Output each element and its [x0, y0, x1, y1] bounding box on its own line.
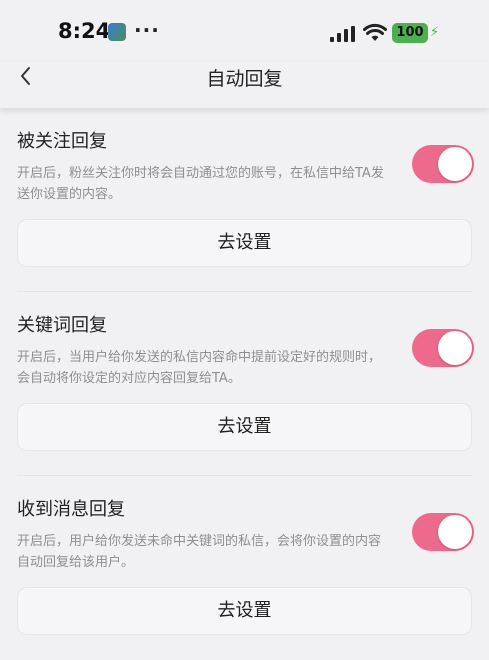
page-title: 自动回复: [206, 68, 283, 90]
section-description: 开启后，当用户给你发送的私信内容命中提前设定好的规则时，会自动将你设定的对应内容…: [17, 350, 382, 386]
toggle-knob: [438, 515, 472, 549]
status-time: 8:24: [58, 19, 111, 43]
keyword-reply-section: 关键词回复 开启后，当用户给你发送的私信内容命中提前设定好的规则时，会自动将你设…: [0, 292, 489, 476]
battery-indicator: 100: [392, 23, 428, 43]
cellular-signal-icon: [330, 26, 355, 42]
message-reply-setup-button[interactable]: 去设置: [17, 587, 472, 635]
settings-list: 被关注回复 开启后，粉丝关注你时将会自动通过您的账号，在私信中给TA发送你设置的…: [0, 108, 489, 660]
section-title: 收到消息回复: [17, 499, 125, 520]
follow-reply-section: 被关注回复 开启后，粉丝关注你时将会自动通过您的账号，在私信中给TA发送你设置的…: [0, 108, 489, 292]
app-notification-icon: [108, 23, 126, 41]
navigation-bar: 自动回复: [0, 62, 489, 108]
wifi-icon: [363, 23, 387, 41]
status-bar: 8:24 ··· 100 ⚡: [0, 0, 489, 62]
follow-reply-setup-button[interactable]: 去设置: [17, 219, 472, 267]
section-title: 被关注回复: [17, 131, 107, 152]
keyword-reply-setup-button[interactable]: 去设置: [17, 403, 472, 451]
section-title: 关键词回复: [17, 315, 107, 336]
message-reply-toggle[interactable]: [412, 513, 474, 551]
toggle-knob: [438, 331, 472, 365]
toggle-knob: [438, 147, 472, 181]
charging-icon: ⚡: [430, 25, 440, 40]
section-description: 开启后，粉丝关注你时将会自动通过您的账号，在私信中给TA发送你设置的内容。: [17, 166, 384, 202]
more-notifications-icon: ···: [134, 18, 160, 42]
section-description: 开启后，用户给你发送未命中关键词的私信，会将你设置的内容自动回复给该用户。: [17, 534, 382, 570]
keyword-reply-toggle[interactable]: [412, 329, 474, 367]
follow-reply-toggle[interactable]: [412, 145, 474, 183]
message-reply-section: 收到消息回复 开启后，用户给你发送未命中关键词的私信，会将你设置的内容自动回复给…: [0, 476, 489, 660]
